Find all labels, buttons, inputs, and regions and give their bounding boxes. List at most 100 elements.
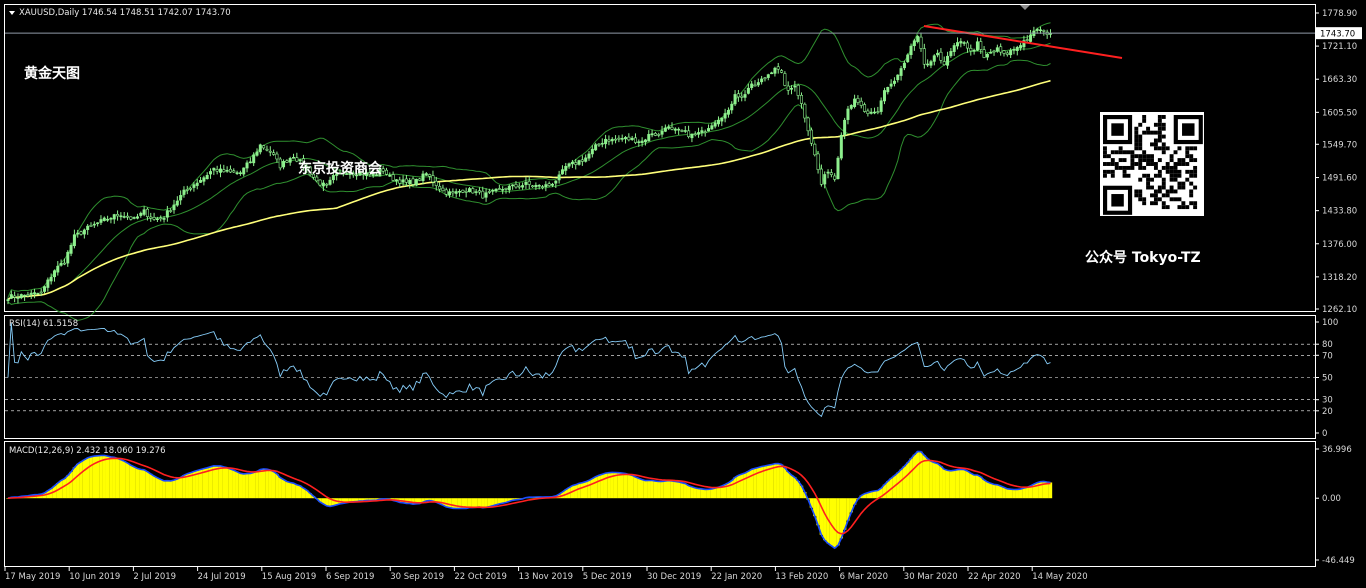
macd-hist-bar	[945, 470, 950, 499]
macd-hist-bar	[132, 466, 136, 499]
candle-body	[892, 80, 896, 84]
macd-hist-bar	[225, 467, 229, 499]
macd-hist-bar	[1048, 482, 1053, 499]
qr-module	[1185, 177, 1190, 182]
macd-hist-bar	[617, 472, 621, 499]
macd-hist-bar	[998, 486, 1003, 499]
qr-module	[1138, 162, 1143, 166]
qr-module	[1165, 162, 1170, 166]
qr-module	[1142, 158, 1147, 163]
bollinger-upper	[7, 22, 1051, 298]
candle-body	[700, 130, 704, 133]
candle-body	[225, 169, 229, 172]
macd-tick-label: -46.449	[1322, 556, 1355, 566]
macd-hist-bar	[972, 474, 976, 499]
candle-body	[265, 148, 269, 151]
macd-hist-bar	[793, 477, 797, 499]
candle-body	[809, 129, 813, 144]
candle-body	[33, 292, 37, 295]
qr-module	[1153, 173, 1158, 178]
qr-module	[1165, 189, 1170, 194]
candle-body	[388, 174, 392, 177]
qr-module	[1118, 158, 1123, 163]
candle-body	[560, 169, 564, 175]
macd-hist-bar	[62, 478, 67, 499]
qr-module	[1177, 185, 1182, 190]
macd-pane: MACD(12,26,9) 2.432 18.060 19.276 36.996…	[4, 441, 1355, 567]
price-axis: 1778.90 1721.10 1663.30 1605.50 1549.70 1491.…	[1315, 9, 1357, 315]
macd-hist-bar	[135, 468, 140, 499]
macd-hist-bar	[261, 468, 266, 499]
candle-body	[56, 265, 60, 273]
macd-hist-bar	[673, 481, 678, 499]
macd-hist-bar	[995, 484, 1000, 499]
candle-body	[255, 151, 259, 156]
candle-body	[62, 262, 66, 265]
qr-module	[1153, 201, 1158, 206]
macd-hist-bar	[451, 498, 455, 509]
macd-hist-bar	[215, 465, 219, 499]
qr-module	[1185, 154, 1190, 159]
candle-body	[597, 143, 601, 146]
qr-module	[1161, 134, 1166, 139]
candle-body	[102, 217, 106, 221]
qr-module	[1153, 193, 1158, 198]
candle-body	[936, 52, 940, 56]
candle-body	[537, 184, 541, 187]
qr-module	[1103, 169, 1107, 174]
candle-body	[640, 140, 644, 143]
candle-body	[889, 83, 893, 87]
macd-hist-bar	[959, 469, 963, 499]
rsi-tick-label: 0	[1322, 429, 1327, 439]
macd-hist-bar	[670, 480, 674, 499]
candle-body	[697, 132, 701, 135]
dropdown-triangle-icon[interactable]	[9, 11, 15, 15]
qr-module	[1122, 150, 1127, 155]
date-tick-label: 22 Jan 2020	[711, 572, 762, 582]
qr-finder	[1182, 123, 1195, 136]
qr-module	[1103, 173, 1107, 178]
candle-body	[839, 134, 843, 159]
price-tick-label: 1778.90	[1322, 9, 1357, 19]
candle-body	[846, 108, 850, 120]
macd-hist-bar	[102, 455, 106, 499]
overlay-title: 黄金天图	[24, 65, 80, 82]
candle-body	[544, 184, 548, 188]
candle-body	[906, 54, 910, 63]
candle-body	[292, 157, 296, 159]
candle-body	[866, 110, 870, 114]
candle-body	[441, 187, 445, 192]
macd-hist-bar	[125, 462, 130, 499]
macd-hist-bar	[481, 498, 485, 508]
candle-body	[740, 95, 744, 98]
qr-module	[1161, 205, 1166, 210]
candle-body	[879, 100, 883, 112]
date-tick-label: 17 May 2019	[5, 572, 60, 582]
price-tick-label: 1605.50	[1322, 108, 1357, 118]
candle-body	[743, 94, 747, 98]
qr-module	[1134, 134, 1139, 139]
macd-hist-bar	[832, 498, 837, 549]
macd-hist-bar	[740, 474, 744, 499]
candle-body	[484, 192, 488, 198]
candle-body	[245, 162, 249, 169]
candle-body	[982, 49, 986, 58]
candle-body	[202, 177, 206, 182]
candle-body	[126, 215, 130, 218]
macd-hist-bar	[935, 463, 940, 499]
price-tick-label: 1663.30	[1322, 75, 1357, 85]
candle-body	[803, 103, 807, 119]
qr-module	[1150, 201, 1154, 206]
shift-marker-icon[interactable]	[1020, 5, 1030, 10]
candle-body	[989, 51, 993, 54]
qr-module	[1185, 169, 1190, 174]
qr-module	[1177, 205, 1182, 210]
qr-module	[1189, 173, 1194, 178]
qr-module	[1189, 193, 1194, 198]
current-price-line: 1743.70	[5, 27, 1362, 40]
macd-hist-bar	[145, 471, 150, 499]
qr-module	[1130, 150, 1135, 155]
candle-body	[152, 217, 156, 220]
macd-hist-bar	[72, 467, 77, 499]
macd-hist-bar	[82, 459, 87, 499]
